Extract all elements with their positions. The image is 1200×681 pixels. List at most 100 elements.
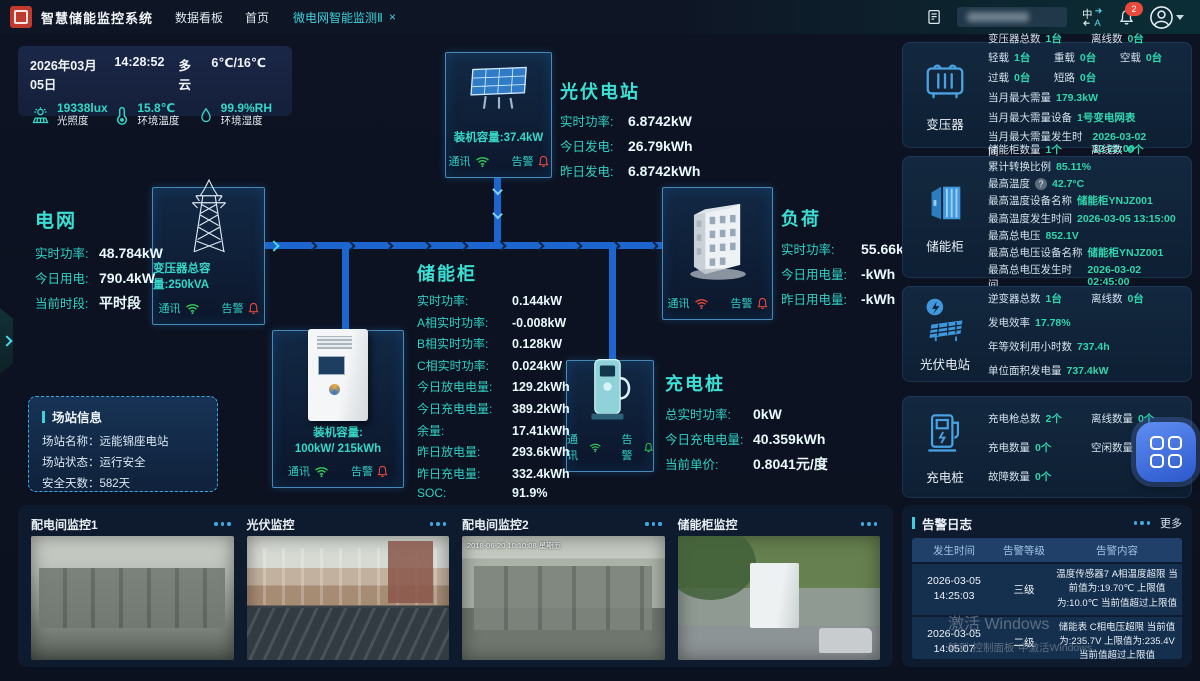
stat-row: 最高总电压852.1V	[988, 228, 1186, 243]
stat-row: 轻载1台 重载0台 空载0台	[988, 50, 1186, 65]
help-icon[interactable]: ?	[1035, 178, 1047, 190]
video-feed[interactable]	[678, 536, 881, 660]
col-level: 告警等级	[996, 543, 1052, 558]
grid-info: 电网 实时功率:48.784kW 今日用电:790.4kW 当前时段:平时段	[35, 206, 163, 319]
charging-pile-icon	[583, 354, 637, 426]
topbar-actions: 中 A 2	[926, 5, 1184, 30]
thermometer-icon	[113, 105, 131, 126]
stat-row: SOC:91.9%	[417, 486, 570, 500]
stat-value: 26.79kWh	[628, 138, 693, 154]
stat-row: 最高温度设备名称储能柜YNJZ001	[988, 193, 1186, 208]
stat-row: 今日放电电量:129.2kWh	[417, 378, 570, 395]
stat-label: 实时功率:	[35, 243, 99, 262]
video-card-2[interactable]: 光伏监控	[247, 512, 450, 660]
wifi-icon	[589, 442, 602, 453]
alarm-row[interactable]: 2026-03-0514:05:07 二级 储能表 C相电压超限 当前值为:23…	[912, 615, 1182, 659]
stat-label: 昨日充电量:	[417, 465, 512, 482]
stat-row: 今日发电:26.79kWh	[560, 136, 700, 155]
notifications-button[interactable]: 2	[1118, 8, 1135, 26]
more-icon[interactable]	[1131, 518, 1154, 528]
video-monitor-panel: 配电间监控1 光伏监控 配电间监控2 2018-06-20 10:10:08 星…	[18, 505, 893, 667]
video-card-4[interactable]: 储能柜监控	[678, 512, 881, 660]
title-marker	[42, 411, 45, 423]
metric-label: 环境温度	[137, 115, 179, 128]
stat-value: 0kW	[753, 406, 782, 422]
stat-row: 实时功率:55.66kW	[781, 239, 917, 258]
panel-name: 储能柜	[926, 236, 964, 255]
stat-label: 实时功率:	[560, 111, 628, 130]
alarm-level: 三级	[996, 582, 1052, 597]
apps-launcher-button[interactable]	[1136, 422, 1196, 482]
stat-value: 0.144kW	[512, 294, 562, 308]
video-feed[interactable]: 2018-06-20 10:10:08 星期五	[462, 536, 665, 660]
stat-value: 48.784kW	[99, 245, 163, 261]
building-icon	[681, 188, 755, 290]
stat-label: 昨日用电量:	[781, 289, 861, 308]
stat-row: 今日充电电量:389.2kWh	[417, 400, 570, 417]
storage-capacity-label: 装机容量:	[313, 424, 363, 440]
more-icon[interactable]	[427, 519, 450, 529]
stat-row: 最高温度 ? 42.7°C	[988, 176, 1186, 191]
more-icon[interactable]	[211, 519, 234, 529]
apps-grid-icon	[1150, 436, 1182, 468]
dashboard: 智慧储能监控系统 数据看板 首页 微电网智能监测Ⅱ × 中 A	[0, 0, 1200, 681]
grid-node-box[interactable]: 变压器总容量:250kVA 通讯 告警	[152, 187, 265, 325]
bell-icon	[644, 441, 653, 454]
comm-label: 通讯	[668, 295, 690, 311]
document-icon[interactable]	[926, 8, 943, 26]
stat-label: B相实时功率:	[417, 335, 512, 352]
charger-node-box[interactable]: 通讯 告警	[566, 360, 654, 472]
stat-value: 790.4kW	[99, 270, 155, 286]
more-link[interactable]: 更多	[1160, 515, 1182, 531]
alarm-table: 发生时间 告警等级 告警内容 2026-03-0514:25:03 三级 温度传…	[912, 538, 1182, 659]
search-input[interactable]	[957, 7, 1067, 27]
station-title: 场站信息	[52, 407, 102, 426]
weather-header: 2026年03月05日 14:28:52 多云 6℃/16℃	[30, 55, 280, 93]
more-icon[interactable]	[858, 519, 881, 529]
avatar[interactable]	[1149, 5, 1184, 30]
stat-value: 0.128kW	[512, 337, 562, 351]
video-feed[interactable]	[31, 536, 234, 660]
pv-status-row: 通讯 告警	[449, 153, 549, 169]
drawer-handle[interactable]	[0, 308, 13, 374]
video-card-3[interactable]: 配电间监控2 2018-06-20 10:10:08 星期五	[462, 512, 665, 660]
stat-row: 昨日充电量:332.4kWh	[417, 465, 570, 482]
metric-label: 环境湿度	[221, 115, 272, 128]
more-icon[interactable]	[642, 519, 665, 529]
stat-row: A相实时功率:-0.008kW	[417, 314, 570, 331]
stat-row: 余量:17.41kWh	[417, 422, 570, 439]
stat-value: 17.41kWh	[512, 424, 570, 438]
stat-row: 当月最大需量179.3kW	[988, 90, 1186, 105]
pv-stats-panel: 光伏电站 逆变器总数1台 离线数0台 发电效率17.78% 年等效利用小时数73…	[902, 286, 1192, 382]
station-safe-days: 安全天数：582天	[42, 474, 204, 495]
alarm-row[interactable]: 2026-03-0514:25:03 三级 温度传感器7 A相温度超限 当前值为…	[912, 562, 1182, 615]
stat-row: 实时功率:0.144kW	[417, 292, 570, 309]
storage-node-box[interactable]: 装机容量: 100kW/ 215kWh 通讯 告警	[272, 330, 404, 488]
stat-label: A相实时功率:	[417, 314, 512, 331]
stat-value: 0.8041元/度	[753, 454, 828, 474]
tab-close-icon[interactable]: ×	[389, 10, 396, 24]
sun-panel-icon	[30, 105, 51, 126]
stat-label: 总实时功率:	[665, 404, 753, 423]
app-logo[interactable]	[10, 6, 32, 28]
video-feed[interactable]	[247, 536, 450, 660]
menu-home[interactable]: 首页	[245, 9, 269, 26]
pv-node-box[interactable]: 装机容量:37.4kW 通讯 告警	[445, 52, 552, 178]
stat-label: 当前时段:	[35, 293, 99, 312]
pv-capacity-label: 装机容量:37.4kW	[454, 129, 543, 145]
stat-row: 实时功率:48.784kW	[35, 243, 163, 262]
stat-label: 实时功率:	[417, 292, 512, 309]
grid-status-row: 通讯 告警	[159, 300, 259, 316]
tab-label: 微电网智能监测Ⅱ	[293, 9, 383, 26]
tab-microgrid-monitor[interactable]: 微电网智能监测Ⅱ ×	[293, 9, 396, 26]
metric-illuminance: 19338lux 光照度	[30, 102, 113, 128]
load-info: 负荷 实时功率:55.66kW 今日用电量:-kWh 昨日用电量:-kWh	[781, 205, 917, 314]
translate-icon[interactable]: 中 A	[1081, 7, 1104, 28]
stat-row: 单位面积发电量737.4kW	[988, 363, 1186, 378]
date: 2026年03月05日	[30, 55, 100, 93]
menu-data-board[interactable]: 数据看板	[175, 9, 223, 26]
stat-row: 逆变器总数1台 离线数0台	[988, 291, 1186, 306]
load-node-box[interactable]: 通讯 告警	[662, 187, 773, 320]
stat-row: 最高温度发生时间2026-03-05 13:15:00	[988, 211, 1186, 226]
video-card-1[interactable]: 配电间监控1	[31, 512, 234, 660]
